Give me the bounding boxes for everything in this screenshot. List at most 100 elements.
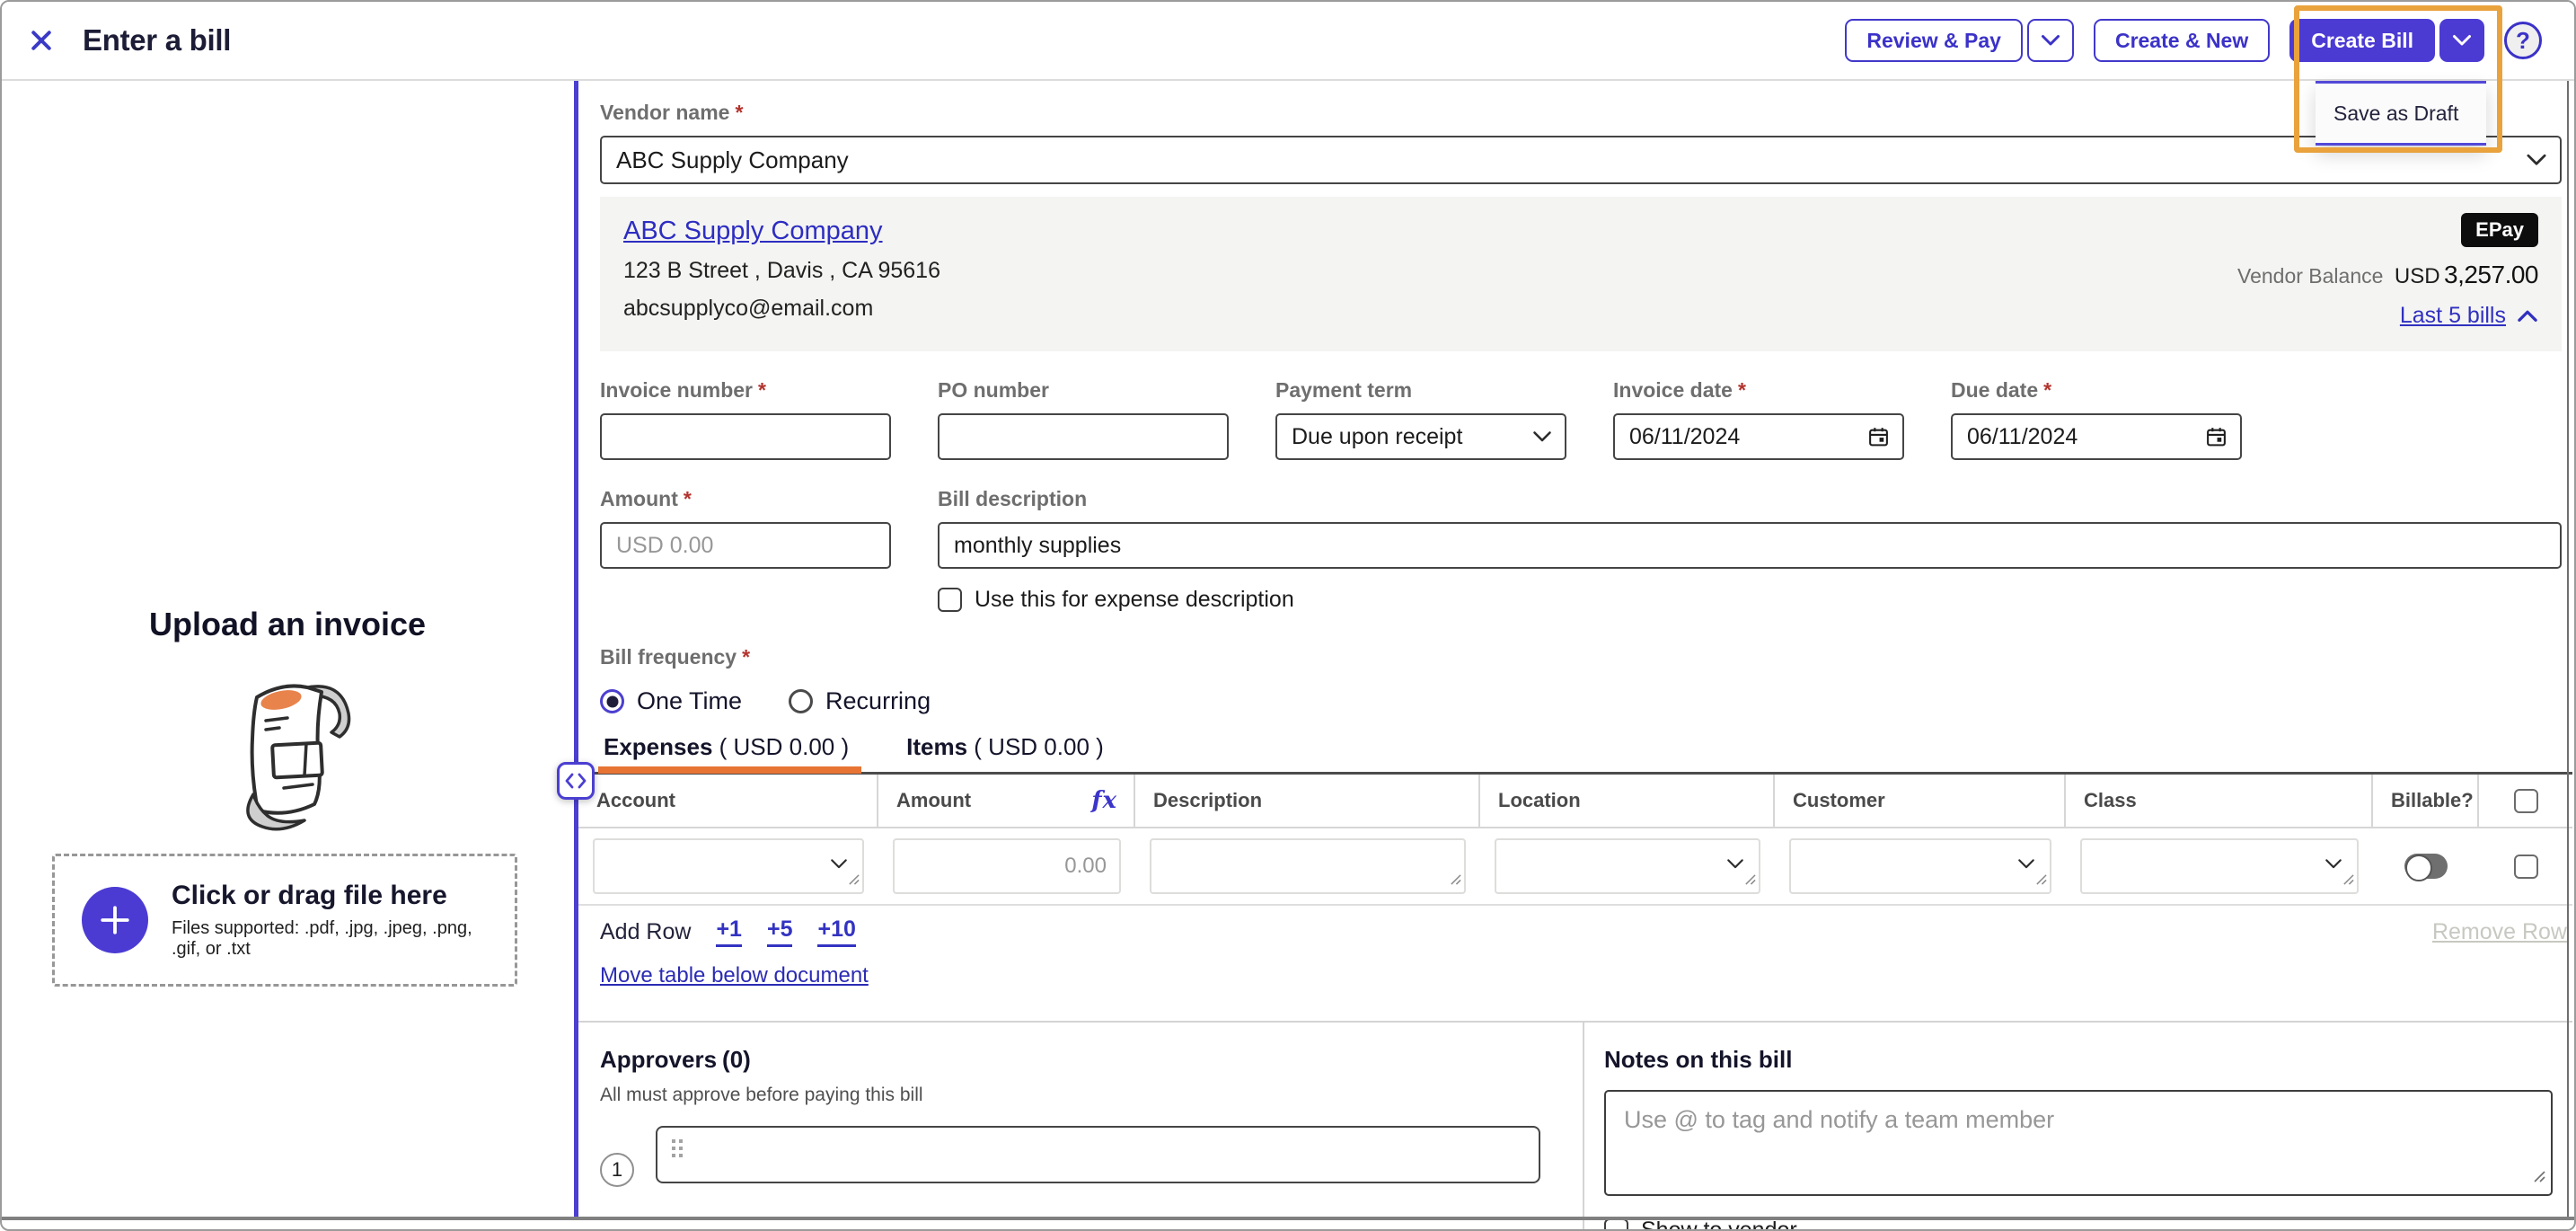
calendar-icon[interactable] [2205, 426, 2228, 448]
resize-gripper-icon[interactable] [1450, 873, 1461, 890]
payment-term-select[interactable]: Due upon receipt [1275, 413, 1566, 460]
chevron-down-icon [2017, 858, 2035, 874]
vendor-name-input[interactable]: ABC Supply Company [600, 136, 2562, 184]
expenses-table-header: Account Amount fx Description Location C… [578, 775, 2572, 828]
move-table-link[interactable]: Move table below document [600, 963, 869, 1006]
po-number-field: PO number [938, 378, 1229, 460]
chevron-down-icon [2041, 34, 2060, 47]
description-cell [1135, 828, 1480, 904]
amount-input[interactable] [600, 522, 891, 569]
review-pay-split-button: Review & Pay [1845, 19, 2074, 62]
dropzone-title: Click or drag file here [172, 881, 502, 911]
vendor-name-value: ABC Supply Company [616, 146, 849, 174]
chevron-up-icon[interactable] [2517, 309, 2538, 323]
column-header-description: Description [1135, 775, 1480, 827]
invoice-number-input[interactable] [600, 413, 891, 460]
close-button[interactable] [25, 24, 57, 57]
row-description-input[interactable] [1150, 838, 1466, 894]
formula-fx-icon[interactable]: fx [1091, 787, 1117, 814]
calendar-icon[interactable] [1867, 426, 1890, 448]
customer-cell [1775, 828, 2066, 904]
drag-handle-icon[interactable] [672, 1139, 683, 1157]
use-expense-description-checkbox[interactable] [938, 588, 962, 612]
panel-divider [574, 81, 578, 1217]
vendor-name-label: Vendor name* [600, 101, 743, 124]
approver-row: 1 [600, 1126, 1556, 1183]
po-number-input[interactable] [938, 413, 1229, 460]
create-bill-button[interactable]: Create Bill [2289, 19, 2435, 62]
add-file-button[interactable] [82, 887, 148, 953]
menu-item-save-as-draft[interactable]: Save as Draft [2333, 102, 2458, 126]
resize-gripper-icon[interactable] [2533, 1170, 2545, 1187]
notes-section: Notes on this bill Show to vendor [1583, 1023, 2572, 1229]
column-header-account: Account [578, 775, 878, 827]
row-amount-input[interactable] [893, 838, 1121, 894]
tab-expenses[interactable]: Expenses ( USD 0.00 ) [604, 733, 849, 772]
due-date-input[interactable]: 06/11/2024 [1951, 413, 2242, 460]
approvers-section: Approvers(0) All must approve before pay… [578, 1023, 1583, 1229]
expense-row [578, 828, 2572, 906]
bill-description-input[interactable] [938, 522, 2562, 569]
review-pay-button[interactable]: Review & Pay [1845, 19, 2023, 62]
review-pay-dropdown-button[interactable] [2027, 19, 2074, 62]
add-ten-rows-link[interactable]: +10 [817, 917, 855, 947]
column-header-billable: Billable? [2373, 775, 2479, 827]
panel-splitter-handle[interactable] [557, 762, 595, 800]
help-button[interactable]: ? [2504, 22, 2542, 59]
chevron-down-icon[interactable] [2526, 154, 2547, 167]
notes-textarea[interactable] [1604, 1090, 2553, 1196]
plus-icon [99, 904, 131, 936]
radio-recurring[interactable]: Recurring [789, 687, 931, 715]
add-row-label: Add Row [600, 919, 691, 945]
bill-form: Vendor name* ABC Supply Company ABC Supp… [578, 81, 2572, 1229]
bill-frequency-field: Bill frequency* One Time Recurring [600, 645, 2562, 715]
last-5-bills-link[interactable]: Last 5 bills [2400, 303, 2506, 329]
row-select-cell [2479, 828, 2572, 904]
chevron-down-icon [2325, 858, 2342, 874]
chevron-down-icon [2452, 34, 2472, 47]
panel-right-border [2567, 81, 2569, 1217]
approver-select-input[interactable] [656, 1126, 1540, 1183]
resize-gripper-icon[interactable] [2035, 873, 2047, 890]
create-bill-menu: Save as Draft [2316, 81, 2486, 146]
class-select[interactable] [2080, 838, 2359, 894]
select-all-checkbox[interactable] [2514, 789, 2538, 813]
add-five-rows-link[interactable]: +5 [767, 917, 793, 947]
radio-one-time[interactable]: One Time [600, 687, 742, 715]
vendor-balance: Vendor Balance USD 3,257.00 [2237, 261, 2538, 289]
resize-gripper-icon[interactable] [2342, 873, 2354, 890]
file-dropzone[interactable]: Click or drag file here Files supported:… [52, 854, 517, 987]
approvers-title: Approvers(0) [600, 1046, 1556, 1074]
add-one-row-link[interactable]: +1 [716, 917, 742, 947]
tab-items[interactable]: Items ( USD 0.00 ) [906, 733, 1104, 772]
row-select-checkbox[interactable] [2514, 855, 2538, 879]
use-expense-description-label: Use this for expense description [975, 587, 1294, 613]
create-and-new-button[interactable]: Create & New [2094, 19, 2270, 62]
account-select[interactable] [593, 838, 864, 894]
close-icon [29, 28, 54, 53]
resize-gripper-icon[interactable] [848, 873, 860, 890]
invoice-date-input[interactable]: 06/11/2024 [1613, 413, 1904, 460]
required-asterisk: * [684, 487, 692, 510]
required-asterisk: * [742, 645, 750, 669]
radio-one-time-control[interactable] [600, 689, 624, 713]
create-bill-split-button: Create Bill [2289, 19, 2484, 62]
help-icon: ? [2516, 27, 2530, 55]
upload-panel: Upload an invoice Click or drag file her… [2, 81, 573, 1215]
billable-toggle[interactable] [2404, 854, 2448, 879]
radio-recurring-control[interactable] [789, 689, 813, 713]
amount-cell [878, 828, 1135, 904]
use-expense-description-row: Use this for expense description [938, 587, 2562, 613]
customer-select[interactable] [1789, 838, 2051, 894]
invoice-illustration [198, 660, 377, 835]
location-select[interactable] [1495, 838, 1760, 894]
resize-gripper-icon[interactable] [1744, 873, 1756, 890]
page-title: Enter a bill [83, 23, 231, 58]
remove-row-link[interactable]: Remove Row [2432, 919, 2567, 945]
create-bill-dropdown-button[interactable] [2439, 19, 2484, 62]
line-item-tabs: Expenses ( USD 0.00 ) Items ( USD 0.00 ) [600, 733, 2562, 772]
bill-description-field: Bill description [938, 487, 2562, 569]
chevron-down-icon [830, 858, 848, 874]
column-header-location: Location [1480, 775, 1775, 827]
vendor-link[interactable]: ABC Supply Company [623, 217, 883, 246]
